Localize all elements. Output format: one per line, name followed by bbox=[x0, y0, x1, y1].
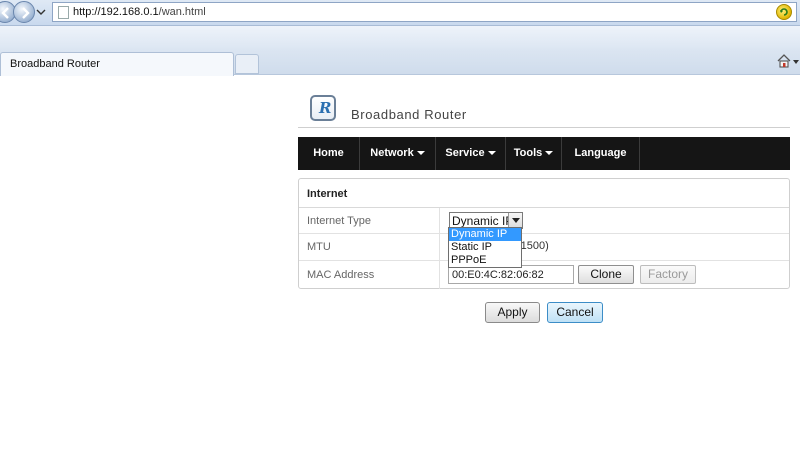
new-tab-button[interactable] bbox=[235, 54, 259, 74]
router-logo: R bbox=[310, 95, 336, 121]
url-text: http://192.168.0.1/wan.html bbox=[73, 5, 206, 19]
menu-item-label: Network bbox=[370, 147, 414, 159]
chevron-down-icon[interactable] bbox=[793, 59, 799, 65]
tab-bar: Broadband Router bbox=[0, 48, 800, 76]
clone-button[interactable]: Clone bbox=[578, 265, 634, 284]
home-icon[interactable] bbox=[776, 53, 792, 69]
menu-item-label: Service bbox=[445, 147, 485, 159]
brand-title: Broadband Router bbox=[351, 107, 467, 122]
factory-button[interactable]: Factory bbox=[640, 265, 696, 284]
internet-type-options: Dynamic IP Static IP PPPoE bbox=[448, 227, 522, 268]
url-path: /wan.html bbox=[158, 6, 206, 18]
menu-item-home[interactable]: Home bbox=[298, 137, 360, 170]
mac-address-value: 00:E0:4C:82:06:82 bbox=[452, 269, 544, 281]
browser-tab[interactable]: Broadband Router bbox=[0, 52, 234, 76]
chevron-down-icon bbox=[416, 151, 425, 156]
row-divider bbox=[299, 260, 789, 261]
url-host: http://192.168.0.1 bbox=[73, 6, 159, 18]
refresh-icon[interactable] bbox=[776, 4, 792, 20]
logo-letter: R bbox=[319, 99, 332, 117]
chevron-down-icon bbox=[487, 151, 496, 156]
mtu-label: MTU bbox=[307, 241, 331, 253]
apply-button[interactable]: Apply bbox=[485, 302, 540, 323]
favorites-bar bbox=[0, 26, 800, 48]
column-divider bbox=[439, 208, 440, 289]
menu-item-label: Language bbox=[574, 147, 627, 159]
mac-address-label: MAC Address bbox=[307, 269, 375, 281]
panel-divider bbox=[299, 207, 789, 208]
option-pppoe[interactable]: PPPoE bbox=[449, 254, 521, 267]
address-bar: http://192.168.0.1/wan.html bbox=[0, 0, 800, 26]
back-arrow-icon bbox=[1, 7, 9, 19]
option-dynamic-ip[interactable]: Dynamic IP bbox=[449, 228, 521, 241]
internet-type-label: Internet Type bbox=[307, 215, 372, 227]
history-dropdown-icon[interactable] bbox=[36, 7, 46, 17]
chevron-down-icon bbox=[545, 151, 554, 156]
internet-type-value: Dynamic IP bbox=[452, 214, 514, 228]
menu-item-label: Home bbox=[313, 147, 344, 159]
menu-item-label: Tools bbox=[513, 147, 543, 159]
header-divider bbox=[298, 127, 790, 128]
forward-button[interactable] bbox=[13, 1, 35, 23]
tab-title: Broadband Router bbox=[10, 58, 100, 70]
row-divider bbox=[299, 233, 789, 234]
forward-arrow-icon bbox=[22, 7, 30, 19]
page-icon bbox=[58, 6, 69, 19]
menu-item-service[interactable]: Service bbox=[436, 137, 506, 170]
menu-item-tools[interactable]: Tools bbox=[506, 137, 562, 170]
option-static-ip[interactable]: Static IP bbox=[449, 241, 521, 254]
panel-title: Internet bbox=[307, 188, 348, 200]
cancel-button[interactable]: Cancel bbox=[547, 302, 603, 323]
chevron-down-icon[interactable] bbox=[508, 213, 522, 228]
menu-item-network[interactable]: Network bbox=[360, 137, 436, 170]
main-menu: Home Network Service Tools Language bbox=[298, 137, 790, 170]
menu-item-language[interactable]: Language bbox=[562, 137, 640, 170]
url-input[interactable]: http://192.168.0.1/wan.html bbox=[52, 2, 797, 22]
internet-panel: Internet Internet Type MTU MAC Address D… bbox=[298, 178, 790, 289]
